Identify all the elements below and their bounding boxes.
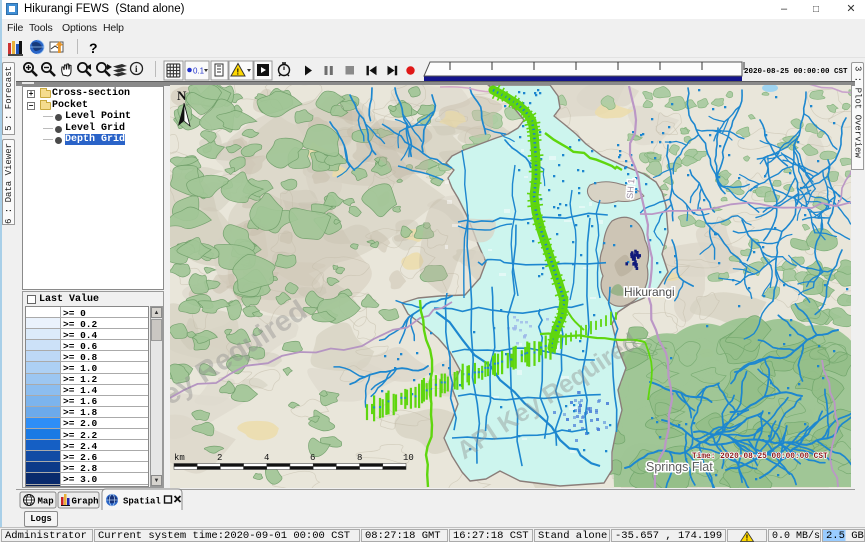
svg-text:2: 2 — [217, 453, 222, 463]
svg-text:0.1: 0.1 — [193, 67, 205, 76]
svg-text:4: 4 — [264, 453, 269, 463]
svg-text:6: 6 — [310, 453, 315, 463]
svg-text:i: i — [135, 64, 138, 74]
svg-text:Spatial: Spatial — [123, 497, 161, 507]
svg-text:2020-08-25 00:00:00 CST: 2020-08-25 00:00:00 CST — [744, 68, 848, 76]
svg-text:Graph: Graph — [72, 497, 99, 507]
svg-text:N: N — [177, 88, 187, 103]
svg-text:Hikurangi: Hikurangi — [624, 285, 675, 299]
svg-text:SH 1: SH 1 — [625, 178, 637, 199]
svg-text:!: ! — [746, 534, 749, 542]
svg-text:?: ? — [89, 40, 98, 56]
svg-text:Time: 2020-08-25 00:00:00 CST: Time: 2020-08-25 00:00:00 CST — [692, 453, 828, 461]
svg-text:km: km — [174, 453, 185, 463]
svg-text:10: 10 — [403, 453, 414, 463]
svg-text:Map: Map — [38, 497, 54, 507]
svg-text:8: 8 — [357, 453, 362, 463]
svg-text:Springs Flat: Springs Flat — [646, 460, 713, 474]
svg-text:!: ! — [237, 68, 240, 77]
